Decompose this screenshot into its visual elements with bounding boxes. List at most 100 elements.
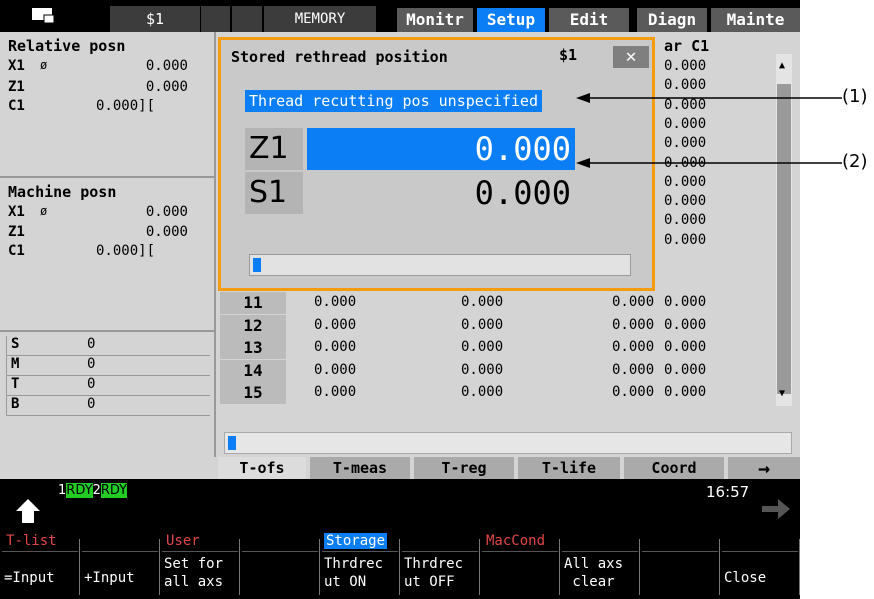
cell-value[interactable]: 0.000 — [612, 384, 654, 400]
divider — [242, 551, 318, 552]
cell-value[interactable]: 0.000 — [664, 77, 706, 93]
softkey-1[interactable]: T-list =Input — [0, 529, 80, 599]
softkey-5[interactable]: Storage Thrdrec ut ON — [320, 529, 400, 599]
softkey-9[interactable] — [640, 529, 720, 599]
cell-value[interactable]: 0.000 — [664, 97, 706, 113]
cell-value[interactable]: 0.000 — [612, 339, 654, 355]
softkey-6[interactable]: Thrdrec ut OFF — [400, 529, 480, 599]
diameter-symbol: ø — [40, 58, 48, 72]
cell-value[interactable]: 0.000 — [664, 193, 706, 209]
dialog-system: $1 — [559, 46, 578, 64]
table-row[interactable]: 13 0.000 0.000 0.000 0.000 — [220, 337, 792, 359]
cell-value[interactable]: 0.000 — [314, 294, 356, 310]
cell-value[interactable]: 0.000 — [461, 339, 503, 355]
cell-value[interactable]: 0.000 — [314, 362, 356, 378]
smtb-label: S — [11, 336, 20, 352]
cell-value[interactable]: 0.000 — [664, 212, 706, 228]
cell-value[interactable]: 0.000 — [664, 317, 706, 333]
vertical-scrollbar[interactable]: ▲ ▼ — [776, 54, 792, 406]
tab-setup[interactable]: Setup — [477, 8, 545, 32]
tab-monitor[interactable]: Monitr — [397, 8, 473, 32]
relative-position-title: Relative posn — [8, 37, 126, 55]
smtb-value: 0 — [87, 396, 96, 412]
cell-value[interactable]: 0.000 — [314, 384, 356, 400]
softkey-bar: T-list =Input +Input User Set for all axs Sto… — [0, 529, 800, 599]
tab-t-reg[interactable]: T-reg — [414, 457, 514, 479]
right-arrow-icon[interactable] — [760, 495, 794, 523]
smtb-value: 0 — [87, 336, 96, 352]
s1-value[interactable]: 0.000 — [307, 172, 575, 214]
cell-value[interactable]: 0.000 — [461, 362, 503, 378]
axis-value: 0.000 — [145, 224, 188, 240]
smtb-label: M — [11, 356, 20, 372]
cell-value[interactable]: 0.000 — [664, 155, 706, 171]
scroll-up-icon[interactable]: ▲ — [779, 60, 785, 71]
axis-name: X1 — [8, 204, 25, 220]
row-number: 14 — [220, 359, 286, 382]
cell-value[interactable]: 0.000 — [664, 294, 706, 310]
up-arrow-icon[interactable] — [10, 493, 46, 527]
s1-row[interactable]: S1 0.000 — [245, 172, 575, 214]
scroll-down-icon[interactable]: ▼ — [779, 388, 785, 399]
softkey-label: Thrdrec ut ON — [324, 556, 384, 590]
divider — [82, 551, 158, 552]
cell-value[interactable]: 0.000 — [664, 58, 706, 74]
tab-t-meas[interactable]: T-meas — [310, 457, 410, 479]
divider — [562, 551, 638, 552]
cell-value[interactable]: 0.000 — [461, 384, 503, 400]
softkey-7[interactable]: MacCond — [480, 529, 560, 599]
divider — [482, 551, 558, 552]
dialog-title: Stored rethread position — [231, 48, 448, 66]
axis-value: 0.000 — [145, 204, 188, 220]
table-row[interactable]: 14 0.000 0.000 0.000 0.000 — [220, 359, 792, 382]
cell-value[interactable]: 0.000 — [664, 135, 706, 151]
status-bar: 1RDY2RDY 16:57 — [0, 479, 800, 529]
axis-label: Z1 — [245, 128, 303, 170]
tab-diagnosis[interactable]: Diagn — [637, 8, 707, 32]
cell-value[interactable]: 0.000 — [612, 362, 654, 378]
softkey-8[interactable]: All axs clear — [560, 529, 640, 599]
ready-number: 2 — [92, 483, 101, 498]
tab-next[interactable]: → — [728, 457, 800, 479]
cell-value[interactable]: 0.000 — [612, 294, 654, 310]
tab-edit[interactable]: Edit — [549, 8, 629, 32]
cell-value[interactable]: 0.000 — [612, 317, 654, 333]
table-row[interactable]: 15 0.000 0.000 0.000 0.000 — [220, 382, 792, 404]
cell-value[interactable]: 0.000 — [664, 174, 706, 190]
cell-value[interactable]: 0.000 — [314, 339, 356, 355]
divider — [322, 551, 398, 552]
table-row[interactable]: 12 0.000 0.000 0.000 0.000 — [220, 314, 792, 337]
divider — [2, 551, 78, 552]
cell-value[interactable]: 0.000 — [461, 294, 503, 310]
close-icon[interactable]: ✕ — [613, 46, 649, 68]
softkey-label: All axs clear — [564, 556, 624, 590]
smtb-row: T0 — [6, 376, 210, 396]
z1-value[interactable]: 0.000 — [307, 128, 575, 170]
cell-value[interactable]: 0.000 — [664, 384, 706, 400]
cell-value[interactable]: 0.000 — [664, 362, 706, 378]
table-row[interactable]: 11 0.000 0.000 0.000 0.000 — [220, 292, 792, 314]
tab-maintenance[interactable]: Mainte — [711, 8, 800, 32]
z1-row[interactable]: Z1 0.000 — [245, 128, 575, 170]
tab-coord[interactable]: Coord — [624, 457, 724, 479]
horizontal-scrollbar[interactable] — [224, 432, 792, 454]
machine-row: X1 ø 0.000 — [8, 204, 208, 224]
tab-t-life[interactable]: T-life — [518, 457, 620, 479]
tab-t-ofs[interactable]: T-ofs — [218, 457, 306, 479]
ready-badge: RDY — [100, 483, 128, 498]
softkey-2[interactable]: +Input — [80, 529, 160, 599]
dialog-progress — [249, 254, 631, 276]
divider — [402, 551, 478, 552]
divider — [162, 551, 238, 552]
cell-value[interactable]: 0.000 — [664, 339, 706, 355]
cell-value[interactable]: 0.000 — [664, 116, 706, 132]
scroll-thumb[interactable] — [777, 84, 791, 394]
softkey-3[interactable]: User Set for all axs — [160, 529, 240, 599]
clock: 16:57 — [706, 483, 750, 501]
softkey-10[interactable]: Close — [720, 529, 800, 599]
cell-value[interactable]: 0.000 — [461, 317, 503, 333]
softkey-4[interactable] — [240, 529, 320, 599]
cell-value[interactable]: 0.000 — [314, 317, 356, 333]
softkey-label: Close — [724, 570, 767, 586]
cell-value[interactable]: 0.000 — [664, 232, 706, 248]
